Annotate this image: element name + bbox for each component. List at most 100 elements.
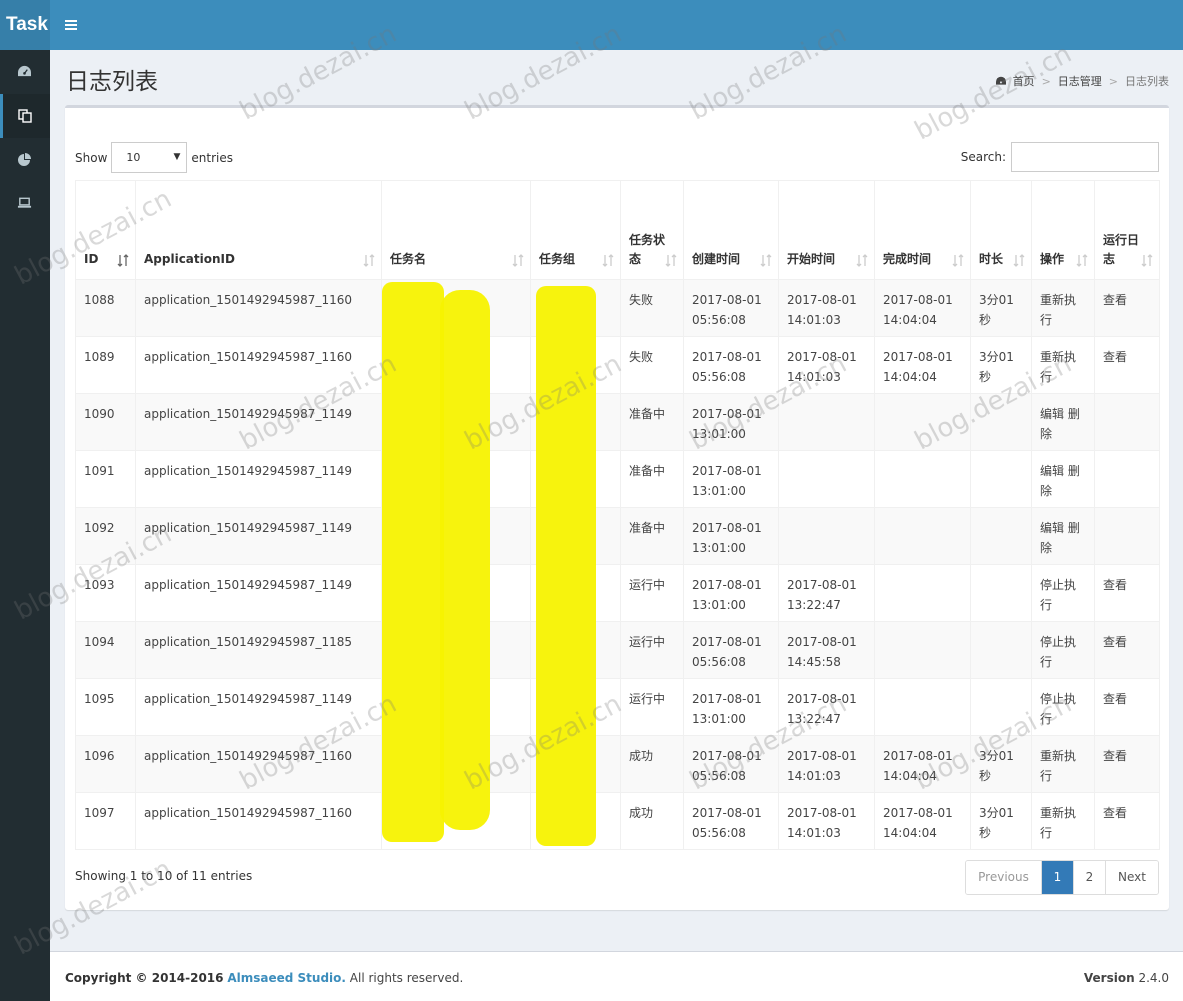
cell-log[interactable]: 查看: [1094, 336, 1160, 394]
pagination-page-2[interactable]: 2: [1074, 861, 1106, 894]
column-header-label: 运行日志: [1103, 233, 1140, 266]
pagination-next[interactable]: Next: [1106, 861, 1158, 894]
view-log-link[interactable]: 查看: [1103, 293, 1127, 307]
column-header-col-task-name[interactable]: 任务名: [381, 180, 531, 280]
cell-action[interactable]: 停止执行: [1031, 678, 1095, 736]
pagination-previous[interactable]: Previous: [966, 861, 1042, 894]
breadcrumb-current: 日志列表: [1125, 75, 1169, 88]
view-log-link[interactable]: 查看: [1103, 350, 1127, 364]
breadcrumb-section[interactable]: 日志管理: [1058, 73, 1102, 89]
cell-status: 准备中: [620, 450, 684, 508]
sidebar-item-system[interactable]: [0, 182, 50, 226]
column-header-col-finish-time[interactable]: 完成时间: [874, 180, 971, 280]
sidebar-item-charts[interactable]: [0, 138, 50, 182]
column-header-label: 操作: [1040, 252, 1065, 266]
search-input[interactable]: [1011, 142, 1159, 172]
cell-finished-text: 2017-08-01 14:04:04: [883, 350, 953, 384]
cell-log[interactable]: 查看: [1094, 621, 1160, 679]
column-header-col-id[interactable]: ID: [75, 180, 136, 280]
sort-icon: [1013, 254, 1025, 267]
column-header-col-start-time[interactable]: 开始时间: [778, 180, 875, 280]
show-label: Show: [75, 150, 108, 165]
cell-created-text: 2017-08-01 05:56:08: [692, 806, 762, 840]
cell-log[interactable]: [1094, 507, 1160, 565]
cell-id: 1091: [75, 450, 136, 508]
action-link[interactable]: 重新执行: [1040, 293, 1076, 327]
action-link[interactable]: 停止执行: [1040, 635, 1076, 669]
action-link[interactable]: 重新执行: [1040, 806, 1076, 840]
table-info: Showing 1 to 10 of 11 entries: [75, 869, 253, 883]
cell-status: 准备中: [620, 507, 684, 565]
cell-application-id: application_1501492945987_1149: [135, 507, 382, 565]
cell-application-id-text: application_1501492945987_1149: [144, 407, 352, 421]
pie-chart-icon: [18, 153, 31, 166]
view-log-link[interactable]: 查看: [1103, 749, 1127, 763]
cell-status: 运行中: [620, 678, 684, 736]
cell-application-id-text: application_1501492945987_1149: [144, 578, 352, 592]
action-link[interactable]: 编辑 删除: [1040, 464, 1080, 498]
cell-log[interactable]: [1094, 450, 1160, 508]
cell-action[interactable]: 重新执行: [1031, 792, 1095, 850]
action-link[interactable]: 重新执行: [1040, 350, 1076, 384]
cell-log[interactable]: [1094, 393, 1160, 451]
column-header-col-task-group[interactable]: 任务组: [530, 180, 621, 280]
cell-log[interactable]: 查看: [1094, 792, 1160, 850]
cell-created-text: 2017-08-01 13:01:00: [692, 692, 762, 726]
sort-icon: [602, 254, 614, 267]
cell-id: 1095: [75, 678, 136, 736]
column-header-col-created-time[interactable]: 创建时间: [683, 180, 779, 280]
page-size-select[interactable]: 10 ▼: [111, 142, 188, 173]
cell-action[interactable]: 编辑 删除: [1031, 507, 1095, 565]
menu-toggle-icon[interactable]: [58, 15, 84, 35]
cell-action[interactable]: 重新执行: [1031, 279, 1095, 337]
cell-application-id-text: application_1501492945987_1185: [144, 635, 352, 649]
cell-id: 1089: [75, 336, 136, 394]
column-header-col-duration[interactable]: 时长: [970, 180, 1032, 280]
view-log-link[interactable]: 查看: [1103, 692, 1127, 706]
cell-finished: 2017-08-01 14:04:04: [874, 792, 971, 850]
sidebar-item-logs[interactable]: [0, 94, 50, 138]
cell-status: 准备中: [620, 393, 684, 451]
cell-id: 1093: [75, 564, 136, 622]
sort-icon: [760, 254, 772, 267]
action-link[interactable]: 停止执行: [1040, 578, 1076, 612]
action-link[interactable]: 编辑 删除: [1040, 521, 1080, 555]
cell-duration: [970, 564, 1032, 622]
cell-id: 1090: [75, 393, 136, 451]
breadcrumb-home[interactable]: 首页: [1013, 73, 1035, 89]
column-header-col-action[interactable]: 操作: [1031, 180, 1095, 280]
cell-action[interactable]: 停止执行: [1031, 621, 1095, 679]
cell-log[interactable]: 查看: [1094, 735, 1160, 793]
laptop-icon: [17, 197, 32, 208]
cell-id: 1096: [75, 735, 136, 793]
breadcrumb-separator: >: [1041, 74, 1051, 88]
action-link[interactable]: 重新执行: [1040, 749, 1076, 783]
cell-started: 2017-08-01 14:01:03: [778, 336, 875, 394]
sidebar-item-dashboard[interactable]: [0, 50, 50, 94]
cell-action[interactable]: 重新执行: [1031, 336, 1095, 394]
view-log-link[interactable]: 查看: [1103, 635, 1127, 649]
column-header-col-application-id[interactable]: ApplicationID: [135, 180, 382, 280]
cell-log[interactable]: 查看: [1094, 564, 1160, 622]
pagination-page-1[interactable]: 1: [1042, 861, 1074, 894]
column-header-col-run-log[interactable]: 运行日志: [1094, 180, 1160, 280]
cell-started: 2017-08-01 13:22:47: [778, 564, 875, 622]
cell-application-id: application_1501492945987_1160: [135, 735, 382, 793]
view-log-link[interactable]: 查看: [1103, 806, 1127, 820]
cell-finished-text: 2017-08-01 14:04:04: [883, 293, 953, 327]
cell-status-text: 准备中: [629, 407, 666, 421]
cell-action[interactable]: 编辑 删除: [1031, 393, 1095, 451]
column-header-col-task-status[interactable]: 任务状态: [620, 180, 684, 280]
cell-action[interactable]: 编辑 删除: [1031, 450, 1095, 508]
view-log-link[interactable]: 查看: [1103, 578, 1127, 592]
brand-link[interactable]: Almsaeed Studio.: [227, 971, 346, 985]
cell-action[interactable]: 重新执行: [1031, 735, 1095, 793]
cell-action[interactable]: 停止执行: [1031, 564, 1095, 622]
cell-log[interactable]: 查看: [1094, 678, 1160, 736]
cell-finished: [874, 621, 971, 679]
action-link[interactable]: 编辑 删除: [1040, 407, 1080, 441]
cell-log[interactable]: 查看: [1094, 279, 1160, 337]
cell-id-text: 1091: [84, 464, 115, 478]
app-logo[interactable]: Task: [0, 0, 50, 50]
action-link[interactable]: 停止执行: [1040, 692, 1076, 726]
